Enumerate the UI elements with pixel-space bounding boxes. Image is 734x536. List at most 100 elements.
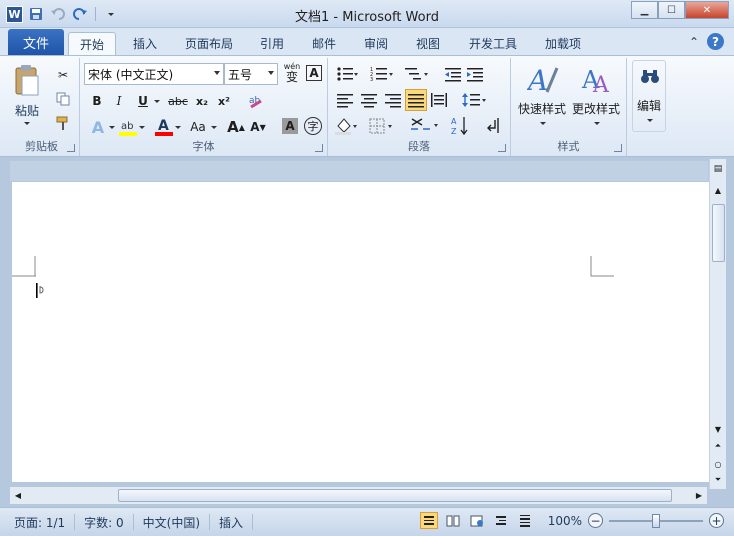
borders-icon[interactable] xyxy=(368,116,396,136)
align-left-icon[interactable] xyxy=(336,92,354,108)
previous-page-icon[interactable]: ⏶ xyxy=(711,439,725,453)
document-page[interactable] xyxy=(12,182,709,482)
tab-view[interactable]: 视图 xyxy=(408,32,448,55)
insert-mode-indicator[interactable]: 插入 xyxy=(210,514,254,530)
minimize-ribbon-icon[interactable]: ⌃ xyxy=(689,35,699,49)
ruler-toggle-icon[interactable]: ▤ xyxy=(711,161,725,177)
text-effects-icon[interactable]: A xyxy=(88,117,108,137)
zoom-in-icon[interactable]: + xyxy=(709,513,724,528)
ribbon-tabs: 文件 开始 插入 页面布局 引用 邮件 审阅 视图 开发工具 加载项 ⌃ ? xyxy=(0,28,734,55)
character-border-button[interactable]: A xyxy=(306,65,322,81)
decrease-indent-icon[interactable] xyxy=(444,66,462,82)
sort-icon[interactable]: AZ xyxy=(450,115,470,137)
horizontal-scrollbar[interactable]: ◀ ▶ xyxy=(10,487,707,504)
tab-developer[interactable]: 开发工具 xyxy=(460,32,526,55)
shading-icon[interactable] xyxy=(334,116,360,136)
clear-formatting-icon[interactable]: ab xyxy=(246,91,266,111)
bold-button[interactable]: B xyxy=(88,92,106,110)
font-size-select[interactable]: 五号 xyxy=(224,63,278,85)
zoom-level[interactable]: 100% xyxy=(548,514,582,528)
close-button[interactable]: ✕ xyxy=(685,1,729,19)
format-painter-icon[interactable] xyxy=(54,114,72,132)
tab-references[interactable]: 引用 xyxy=(252,32,292,55)
tab-insert[interactable]: 插入 xyxy=(122,32,168,55)
clipboard-launcher-icon[interactable] xyxy=(67,144,75,152)
underline-button[interactable]: U xyxy=(134,92,152,110)
editing-button[interactable]: 编辑 xyxy=(632,60,666,132)
scroll-left-icon[interactable]: ◀ xyxy=(12,489,24,502)
copy-icon[interactable] xyxy=(54,90,72,108)
distributed-icon[interactable] xyxy=(430,92,448,108)
horizontal-scroll-thumb[interactable] xyxy=(118,489,672,502)
tab-home[interactable]: 开始 xyxy=(68,32,116,55)
quick-styles-button[interactable]: A 快速样式 xyxy=(515,60,569,132)
align-center-icon[interactable] xyxy=(360,92,378,108)
quick-styles-dropdown-icon[interactable] xyxy=(540,122,546,125)
outline-view-icon[interactable] xyxy=(492,512,510,529)
font-color-icon[interactable]: A xyxy=(154,117,174,137)
cut-icon[interactable]: ✂ xyxy=(54,66,72,84)
change-styles-button[interactable]: A A 更改样式 xyxy=(569,60,623,132)
italic-button[interactable]: I xyxy=(110,92,128,110)
grow-font-button[interactable]: A ▲ xyxy=(226,117,246,137)
strikethrough-button[interactable]: abc xyxy=(166,92,190,110)
word-count[interactable]: 字数: 0 xyxy=(75,514,134,530)
enclose-characters-button[interactable]: 字 xyxy=(304,117,322,135)
maximize-button[interactable]: ☐ xyxy=(658,1,685,19)
web-layout-view-icon[interactable] xyxy=(468,512,486,529)
show-hide-marks-icon[interactable] xyxy=(484,116,502,136)
full-screen-reading-view-icon[interactable] xyxy=(444,512,462,529)
change-styles-icon: A A xyxy=(581,66,610,96)
paste-dropdown-icon[interactable] xyxy=(24,122,30,125)
paste-button[interactable]: 粘贴 xyxy=(10,62,44,132)
styles-launcher-icon[interactable] xyxy=(614,144,622,152)
character-shading-button[interactable]: A xyxy=(282,118,298,134)
page-count[interactable]: 页面: 1/1 xyxy=(0,514,76,530)
phonetic-guide-button[interactable]: wén 变 xyxy=(282,62,302,84)
change-styles-dropdown-icon[interactable] xyxy=(594,122,600,125)
vertical-scroll-thumb[interactable] xyxy=(712,204,725,262)
increase-indent-icon[interactable] xyxy=(466,66,484,82)
change-case-dropdown-icon[interactable] xyxy=(211,126,217,129)
paragraph-launcher-icon[interactable] xyxy=(498,144,506,152)
vertical-scrollbar[interactable]: ▤ ▲ ▼ ⏶ ○ ⏷ xyxy=(709,159,726,489)
minimize-button[interactable]: ▁ xyxy=(631,1,658,19)
tab-addins[interactable]: 加载项 xyxy=(536,32,590,55)
numbering-icon[interactable]: 123 xyxy=(370,66,394,83)
multilevel-list-icon[interactable] xyxy=(404,66,430,82)
editing-dropdown-icon[interactable] xyxy=(647,119,653,122)
tab-file[interactable]: 文件 xyxy=(8,29,64,55)
text-effects-dropdown-icon[interactable] xyxy=(109,126,115,129)
scroll-right-icon[interactable]: ▶ xyxy=(693,489,705,502)
language-indicator[interactable]: 中文(中国) xyxy=(134,514,211,530)
print-layout-view-icon[interactable] xyxy=(419,512,438,529)
tab-page-layout[interactable]: 页面布局 xyxy=(176,32,242,55)
svg-text:A: A xyxy=(527,64,548,96)
tab-mailings[interactable]: 邮件 xyxy=(304,32,344,55)
zoom-out-icon[interactable]: − xyxy=(588,513,603,528)
change-case-button[interactable]: Aa xyxy=(186,117,210,137)
bullets-icon[interactable] xyxy=(336,66,358,82)
chinese-layout-icon[interactable] xyxy=(410,115,442,137)
tab-review[interactable]: 审阅 xyxy=(356,32,396,55)
scroll-up-icon[interactable]: ▲ xyxy=(711,184,725,196)
font-name-select[interactable]: 宋体 (中文正文) xyxy=(84,63,224,85)
align-right-icon[interactable] xyxy=(384,92,402,108)
highlight-color-icon[interactable]: ab xyxy=(118,117,138,137)
zoom-slider[interactable] xyxy=(609,513,703,528)
justify-icon[interactable] xyxy=(405,89,427,111)
zoom-slider-knob[interactable] xyxy=(652,513,660,528)
superscript-button[interactable]: x² xyxy=(214,92,234,110)
next-page-icon[interactable]: ⏷ xyxy=(711,473,725,487)
select-browse-object-icon[interactable]: ○ xyxy=(711,457,725,471)
scroll-down-icon[interactable]: ▼ xyxy=(711,423,725,435)
font-launcher-icon[interactable] xyxy=(315,144,323,152)
help-icon[interactable]: ? xyxy=(707,33,724,50)
font-color-dropdown-icon[interactable] xyxy=(175,126,181,129)
subscript-button[interactable]: x₂ xyxy=(192,92,212,110)
line-spacing-icon[interactable] xyxy=(462,91,488,109)
highlight-dropdown-icon[interactable] xyxy=(139,126,145,129)
underline-dropdown-icon[interactable] xyxy=(154,100,160,103)
shrink-font-button[interactable]: A ▼ xyxy=(248,117,268,137)
draft-view-icon[interactable] xyxy=(516,512,534,529)
